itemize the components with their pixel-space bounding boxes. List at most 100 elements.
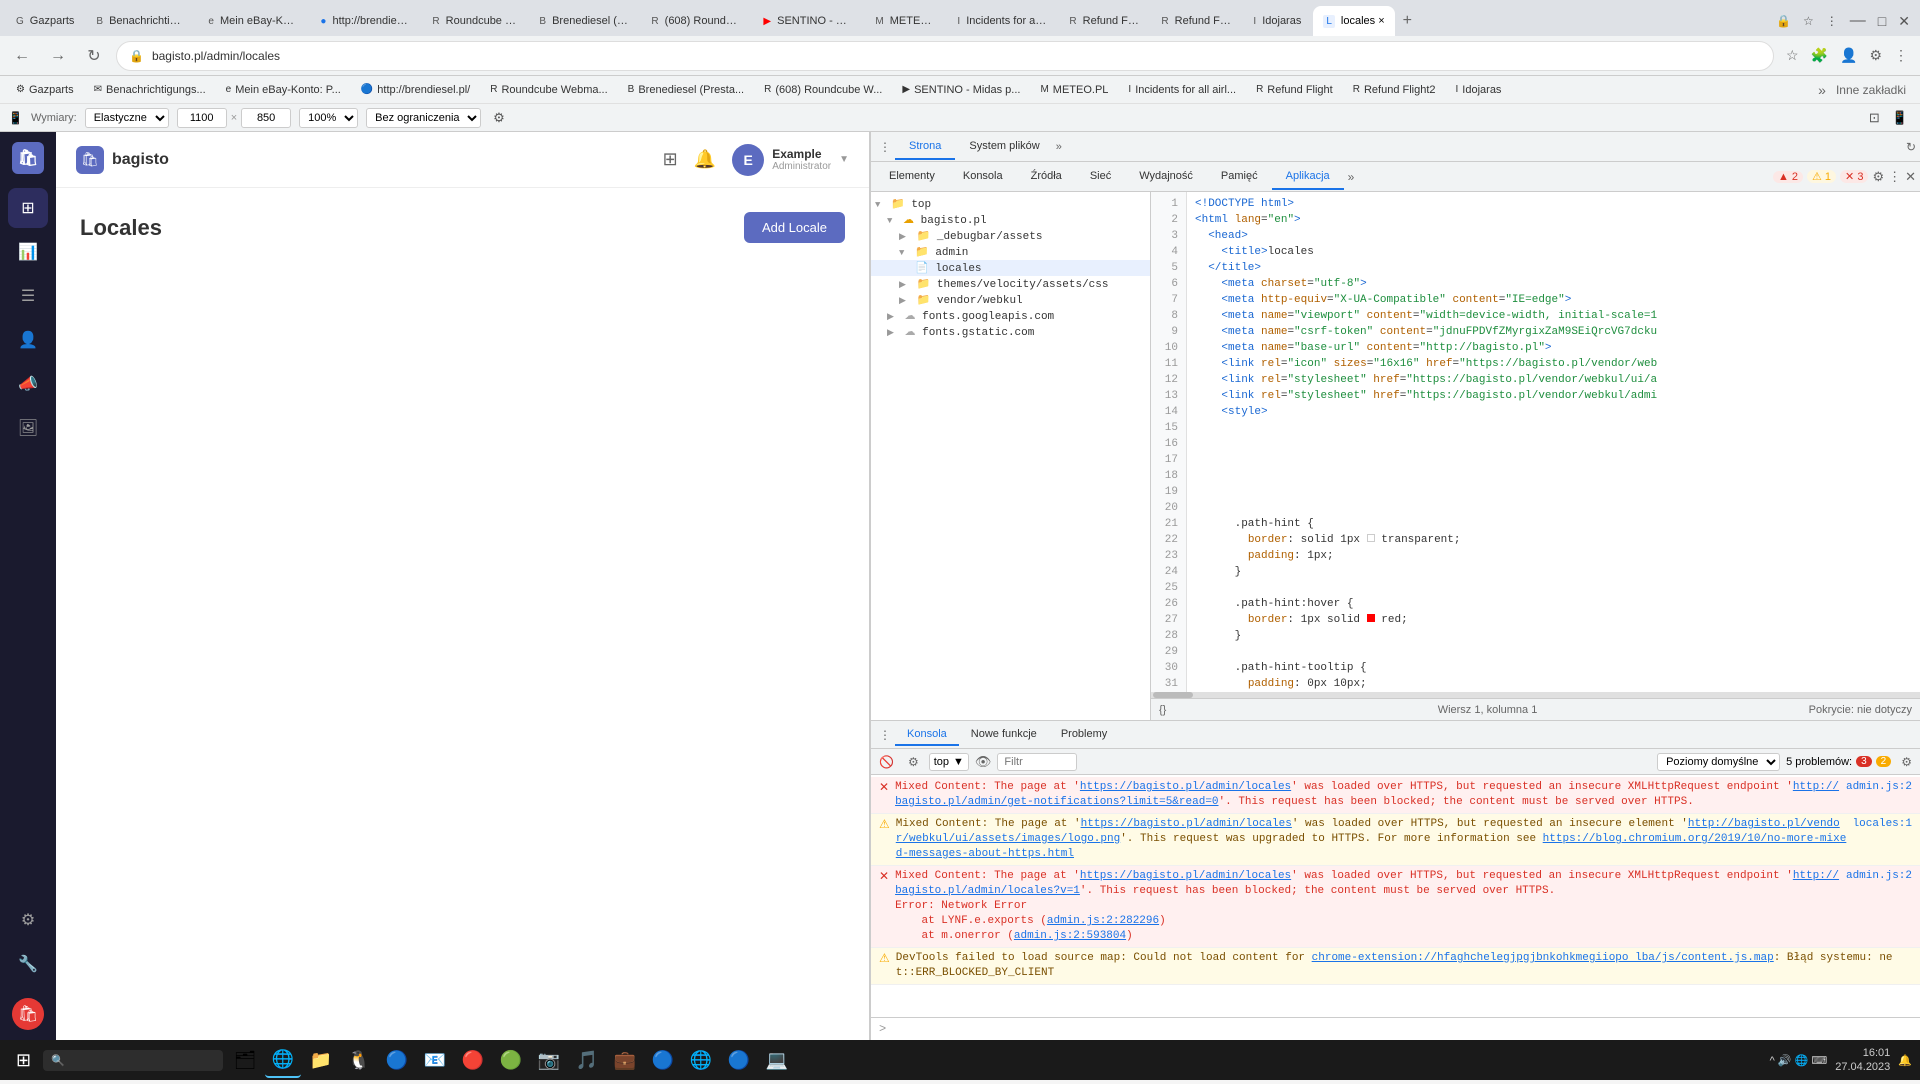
- bookmarks-manage[interactable]: Inne zakładki: [1830, 81, 1912, 99]
- bookmark-incidents[interactable]: I Incidents for all airl...: [1120, 82, 1244, 98]
- tab-pamiec[interactable]: Pamięć: [1207, 164, 1272, 190]
- console-settings-icon[interactable]: ⚙: [1897, 753, 1916, 771]
- taskbar-app4[interactable]: 🔵: [379, 1042, 415, 1078]
- tab-ebay[interactable]: e Mein eBay-Konto: P...: [198, 6, 308, 36]
- tab-wydajnosc[interactable]: Wydajność: [1125, 164, 1207, 190]
- taskbar-clock[interactable]: 16:01 27.04.2023: [1835, 1046, 1890, 1074]
- sidebar-item-dashboard[interactable]: ⊞: [8, 188, 48, 228]
- account-btn[interactable]: 👤: [1836, 43, 1861, 68]
- levels-select[interactable]: Poziomy domyślne: [1657, 753, 1780, 771]
- tree-item-themes[interactable]: ▶ 📁 themes/velocity/assets/css: [871, 276, 1150, 292]
- msg-link[interactable]: chrome-extension://hfaghchelegjpgjbnkohk…: [1312, 952, 1774, 964]
- tab-aplikacja[interactable]: Aplikacja: [1272, 164, 1344, 190]
- tab-konsola[interactable]: Konsola: [949, 164, 1017, 190]
- forward-button[interactable]: →: [44, 42, 72, 70]
- tab-zrodla[interactable]: Źródła: [1017, 164, 1076, 190]
- taskbar-app13[interactable]: 🔵: [721, 1042, 757, 1078]
- tab-608-roundcube[interactable]: R (608) Roundcube W...: [641, 6, 751, 36]
- sidebar-item-tools[interactable]: 🔧: [8, 944, 48, 984]
- console-menu-icon[interactable]: ⋮: [875, 726, 895, 744]
- taskbar-app7[interactable]: 🟢: [493, 1042, 529, 1078]
- message-source[interactable]: locales:1: [1853, 817, 1912, 832]
- tabs-more-icon[interactable]: »: [1054, 139, 1064, 155]
- bookmark-refund[interactable]: R Refund Flight: [1248, 82, 1341, 98]
- tab-sentino[interactable]: ▶ SENTINO - Midas p...: [753, 6, 863, 36]
- zoom-select[interactable]: 100%: [299, 108, 358, 128]
- minimize-btn[interactable]: —: [1846, 8, 1870, 34]
- tab-idojaras[interactable]: I Idojaras: [1243, 6, 1311, 36]
- context-dropdown[interactable]: top ▼: [929, 753, 969, 771]
- tree-item-top[interactable]: ▼ 📁 top: [871, 196, 1150, 212]
- console-filter-input[interactable]: [997, 753, 1077, 771]
- taskbar-app10[interactable]: 💼: [607, 1042, 643, 1078]
- console-tab-problemy[interactable]: Problemy: [1049, 724, 1119, 746]
- msg-link-2[interactable]: http://bagisto.pl/admin/get-notification…: [895, 781, 1839, 808]
- sidebar-item-customers[interactable]: 👤: [8, 320, 48, 360]
- tab-refund-flight[interactable]: R Refund Flight: [1059, 6, 1149, 36]
- taskbar-search[interactable]: 🔍: [43, 1050, 223, 1071]
- console-input[interactable]: [892, 1022, 1912, 1036]
- taskbar-mail[interactable]: 📁: [303, 1042, 339, 1078]
- bookmark-ebay[interactable]: e Mein eBay-Konto: P...: [218, 82, 349, 98]
- tab-elementy[interactable]: Elementy: [875, 164, 949, 190]
- sidebar-bottom-logo[interactable]: 🛍: [12, 998, 44, 1030]
- sidebar-item-marketing[interactable]: 📣: [8, 364, 48, 404]
- close-btn[interactable]: ✕: [1894, 9, 1914, 34]
- devtools-more-icon[interactable]: ⋮: [1888, 169, 1901, 185]
- settings-btn[interactable]: ⚙: [1865, 43, 1886, 68]
- tab-system-plikow[interactable]: System plików: [955, 134, 1053, 160]
- tab-siec[interactable]: Sieć: [1076, 164, 1125, 190]
- taskbar-app11[interactable]: 🔵: [645, 1042, 681, 1078]
- extensions-btn[interactable]: 🧩: [1807, 43, 1832, 68]
- start-button[interactable]: ⊞: [8, 1046, 39, 1075]
- maximize-btn[interactable]: □: [1874, 9, 1890, 33]
- taskbar-file-explorer[interactable]: 🗂: [227, 1042, 263, 1078]
- devtools-close-icon[interactable]: ✕: [1905, 169, 1916, 185]
- taskbar-edge[interactable]: 🌐: [265, 1042, 301, 1078]
- device-select[interactable]: Elastyczne: [85, 108, 169, 128]
- bell-icon[interactable]: 🔔: [694, 149, 716, 170]
- star-icon[interactable]: ☆: [1799, 10, 1818, 32]
- extensions-icon[interactable]: 🔒: [1772, 10, 1795, 32]
- tree-item-bagisto[interactable]: ▼ ☁ bagisto.pl: [871, 212, 1150, 228]
- grid-icon[interactable]: ⊞: [663, 149, 678, 170]
- taskbar-app9[interactable]: 🎵: [569, 1042, 605, 1078]
- taskbar-app12[interactable]: 🌐: [683, 1042, 719, 1078]
- msg-link[interactable]: https://bagisto.pl/admin/locales: [1081, 818, 1292, 830]
- devtools-settings-icon[interactable]: ⚙: [1872, 169, 1884, 185]
- device-toolbar-btn[interactable]: 📱: [1888, 108, 1912, 128]
- console-settings-btn[interactable]: ⚙: [904, 753, 923, 771]
- source-sync-icon[interactable]: ↻: [1906, 140, 1916, 154]
- error-badge[interactable]: ▲ 2: [1773, 171, 1803, 183]
- height-input[interactable]: [241, 108, 291, 128]
- tree-item-locales[interactable]: 📄 locales: [871, 260, 1150, 276]
- taskbar-app5[interactable]: 📧: [417, 1042, 453, 1078]
- tab-refund-flight2[interactable]: R Refund Flight2: [1151, 6, 1241, 36]
- sidebar-item-settings[interactable]: ⚙: [8, 900, 48, 940]
- taskbar-app8[interactable]: 📷: [531, 1042, 567, 1078]
- inspect-btn[interactable]: ⊡: [1865, 108, 1884, 128]
- sidebar-item-reports[interactable]: 📊: [8, 232, 48, 272]
- more-icon[interactable]: ⋮: [1822, 10, 1842, 32]
- error-badge2[interactable]: ✕ 3: [1840, 170, 1868, 183]
- bookmark-gazparts[interactable]: ⚙ Gazparts: [8, 82, 82, 98]
- clear-console-btn[interactable]: 🚫: [875, 753, 898, 771]
- tab-brene-presta[interactable]: B Brenediesel (Presta...: [529, 6, 639, 36]
- back-button[interactable]: ←: [8, 42, 36, 70]
- msg-link[interactable]: https://bagisto.pl/admin/locales: [1080, 781, 1291, 793]
- menu-btn[interactable]: ⋮: [1890, 43, 1912, 68]
- address-box[interactable]: 🔒 bagisto.pl/admin/locales: [116, 41, 1774, 71]
- new-tab-button[interactable]: +: [1397, 10, 1418, 32]
- bookmark-brendiesel[interactable]: 🔵 http://brendiesel.pl/: [353, 82, 478, 98]
- bookmark-roundcube[interactable]: R Roundcube Webma...: [482, 82, 615, 98]
- tab-locales[interactable]: L locales ×: [1313, 6, 1394, 36]
- bookmark-sentino[interactable]: ▶ SENTINO - Midas p...: [894, 82, 1028, 98]
- tree-item-debugbar[interactable]: ▶ 📁 _debugbar/assets: [871, 228, 1150, 244]
- console-tab-konsola[interactable]: Konsola: [895, 724, 959, 746]
- tab-roundcube[interactable]: R Roundcube Webma...: [422, 6, 527, 36]
- throttle-select[interactable]: Bez ograniczenia: [366, 108, 481, 128]
- bookmark-meteo[interactable]: M METEO.PL: [1032, 82, 1116, 98]
- msg-link[interactable]: https://bagisto.pl/admin/locales: [1080, 870, 1291, 882]
- eye-icon[interactable]: 👁: [975, 754, 992, 770]
- sidebar-item-catalog[interactable]: ☰: [8, 276, 48, 316]
